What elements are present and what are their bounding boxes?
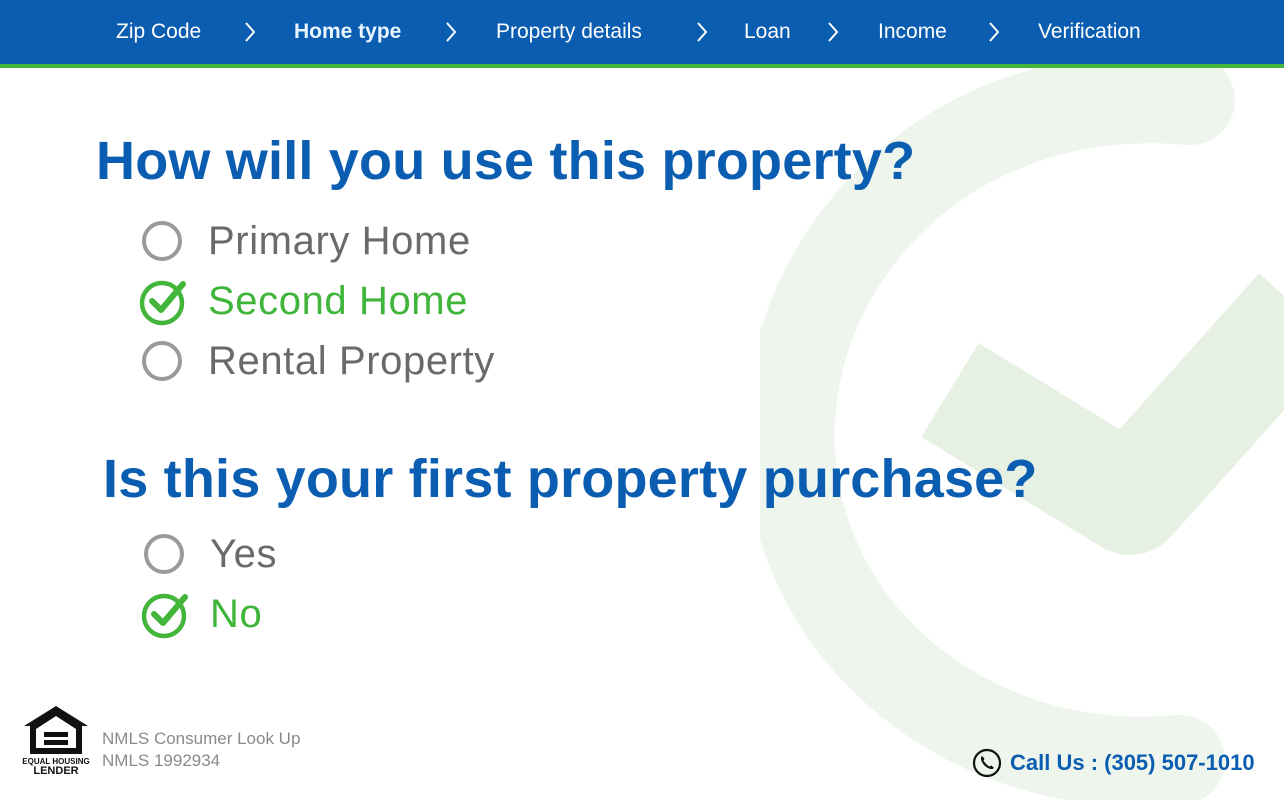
chevron-right-icon bbox=[828, 22, 839, 42]
nav-step-verification[interactable]: Verification bbox=[1038, 18, 1141, 46]
chevron-right-icon bbox=[446, 22, 457, 42]
ehl-line2: LENDER bbox=[33, 765, 78, 776]
option-label: Yes bbox=[210, 532, 278, 576]
nav-step-property-details[interactable]: Property details bbox=[496, 18, 642, 46]
phone-icon bbox=[972, 748, 1002, 778]
chevron-right-icon bbox=[245, 22, 256, 42]
option-label: No bbox=[210, 592, 263, 636]
radio-unchecked-icon[interactable] bbox=[138, 217, 188, 267]
radio-unchecked-icon[interactable] bbox=[138, 337, 188, 387]
call-us-text: Call Us : (305) 507-1010 bbox=[1010, 750, 1255, 775]
nmls-id: NMLS 1992934 bbox=[102, 751, 221, 770]
nav-step-zip-code[interactable]: Zip Code bbox=[116, 18, 201, 46]
equal-housing-lender-logo: EQUAL HOUSING LENDER bbox=[22, 706, 90, 776]
radio-checked-icon[interactable] bbox=[138, 277, 188, 327]
nmls-lookup-link[interactable]: NMLS Consumer Look Up bbox=[102, 728, 300, 750]
question-property-use: How will you use this property? bbox=[96, 131, 916, 191]
radio-unchecked-icon[interactable] bbox=[140, 530, 190, 580]
nav-step-income[interactable]: Income bbox=[878, 18, 947, 46]
option-label: Primary Home bbox=[208, 219, 471, 263]
chevron-right-icon bbox=[989, 22, 1000, 42]
chevron-right-icon bbox=[697, 22, 708, 42]
radio-checked-icon[interactable] bbox=[140, 590, 190, 640]
nmls-text: NMLS Consumer Look Up NMLS 1992934 bbox=[102, 728, 300, 772]
option-label: Second Home bbox=[208, 279, 469, 323]
nav-step-home-type[interactable]: Home type bbox=[294, 18, 401, 46]
option-label: Rental Property bbox=[208, 339, 495, 383]
progress-nav: Zip Code Home type Property details Loan… bbox=[0, 0, 1284, 68]
nav-step-loan[interactable]: Loan bbox=[744, 18, 791, 46]
question-first-purchase: Is this your first property purchase? bbox=[103, 449, 1038, 509]
